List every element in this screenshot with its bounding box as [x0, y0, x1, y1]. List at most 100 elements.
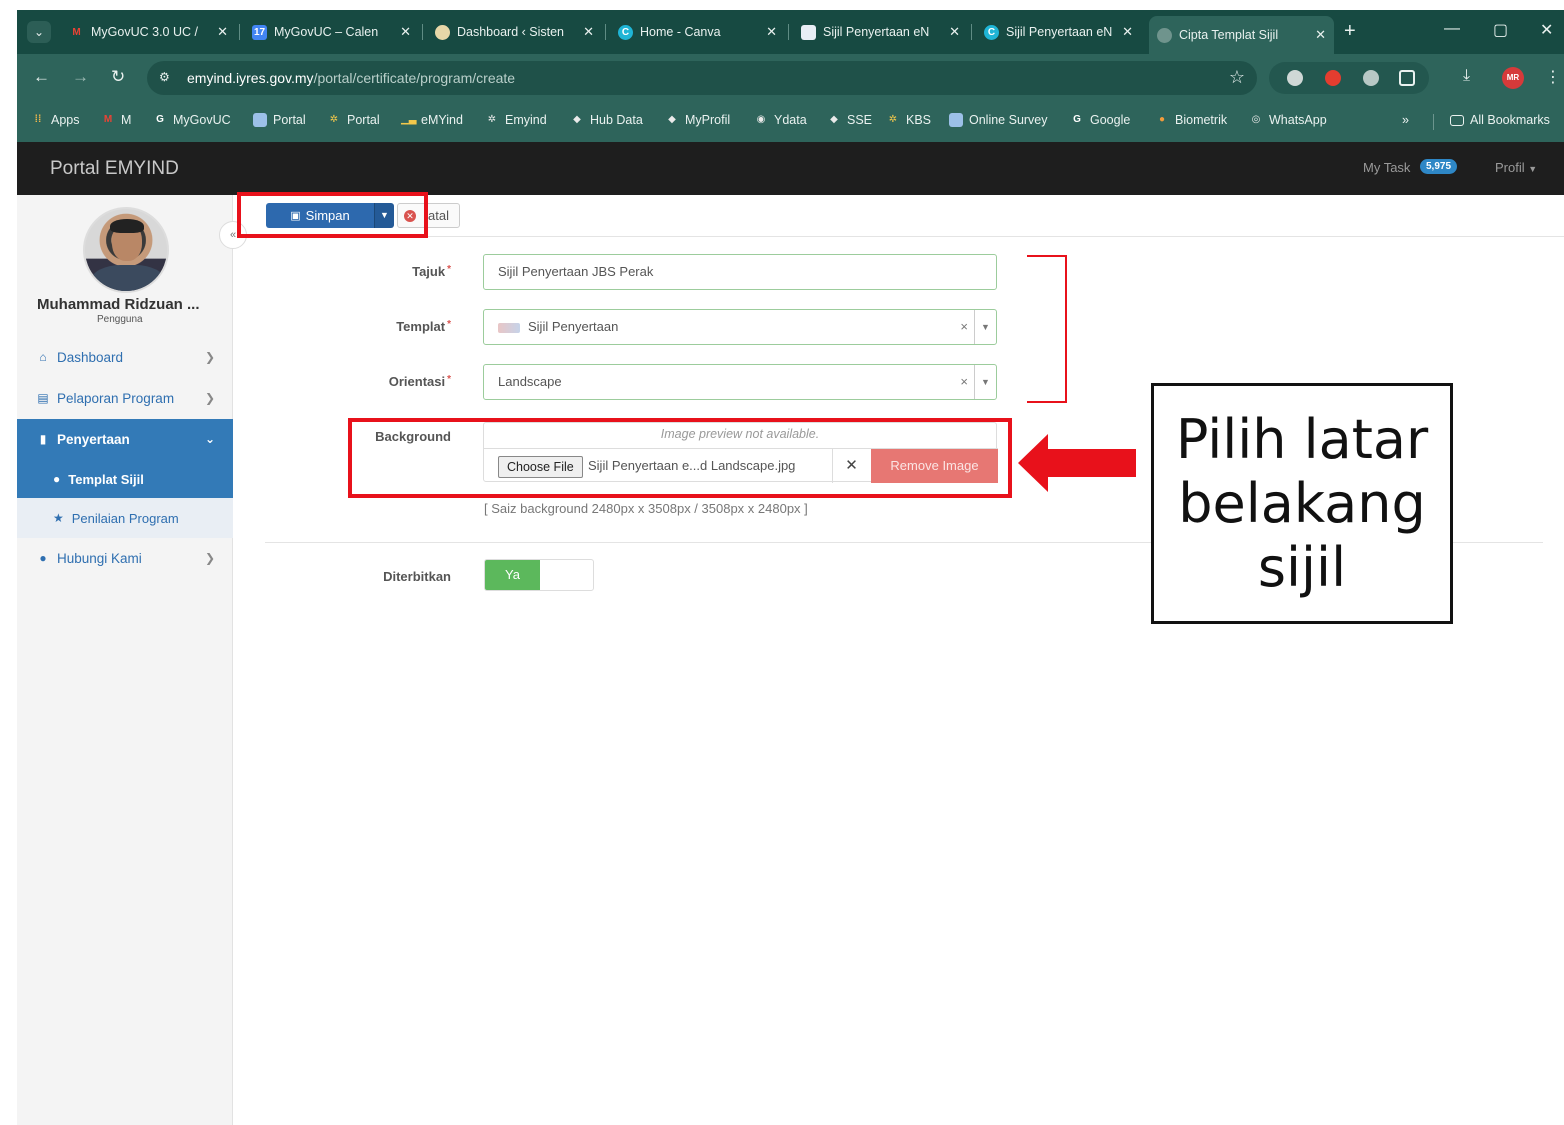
my-task-link[interactable]: My Task: [1363, 160, 1410, 175]
book-icon: ▤: [37, 391, 49, 405]
bookmark-emyind-2[interactable]: ✲ Emyind: [485, 113, 547, 127]
sidebar-subitem-penilaian-program[interactable]: ★ Penilaian Program: [17, 498, 233, 538]
templat-select[interactable]: Sijil Penyertaan × ▼: [483, 309, 997, 345]
whatsapp-icon: ◎: [1251, 114, 1261, 125]
instruction-callout: Pilih latar belakang sijil: [1151, 383, 1453, 624]
tab-separator: [788, 24, 789, 40]
bookmark-sse[interactable]: ◆ SSE: [827, 113, 872, 127]
browser-chrome: ⌄ M MyGovUC 3.0 UC / ✕ 17 MyGovUC – Cale…: [17, 10, 1564, 142]
bookmark-portal-2[interactable]: ✲ Portal: [327, 113, 380, 127]
bookmarks-separator: [1433, 114, 1434, 130]
clear-selection-icon[interactable]: ×: [960, 365, 968, 399]
portal-icon: [949, 113, 963, 127]
app-navbar: Portal EMYIND My Task 5,975 Profil ▼: [17, 142, 1564, 195]
sidebar-item-dashboard[interactable]: ⌂ Dashboard ❯: [17, 337, 233, 377]
close-icon[interactable]: ✕: [766, 24, 777, 40]
caret-down-icon[interactable]: ▼: [974, 365, 996, 399]
close-icon[interactable]: ✕: [583, 24, 594, 40]
brand-title[interactable]: Portal EMYIND: [50, 158, 179, 180]
bookmark-whatsapp[interactable]: ◎ WhatsApp: [1249, 113, 1327, 127]
globe-icon: [1157, 27, 1172, 43]
caret-down-icon: ▼: [1528, 164, 1538, 174]
maximize-icon[interactable]: ▢: [1493, 20, 1508, 40]
tab-separator: [239, 24, 240, 40]
bookmark-google[interactable]: G Google: [1070, 113, 1130, 127]
biometrik-icon: ●: [1158, 114, 1166, 125]
emblem-icon: ◆: [668, 114, 676, 125]
url-path: /portal/certificate/program/create: [313, 70, 516, 86]
emblem-icon: ◆: [830, 114, 838, 125]
minimize-icon[interactable]: —: [1444, 20, 1460, 38]
new-tab-button[interactable]: +: [1344, 20, 1356, 43]
url-field[interactable]: ⚙ emyind.iyres.gov.my/portal/certificate…: [147, 61, 1257, 95]
caret-down-icon[interactable]: ▼: [974, 310, 996, 344]
orientasi-label: Orientasi *: [388, 374, 451, 389]
tab-mygovuc-calendar[interactable]: 17 MyGovUC – Calen ✕: [244, 16, 419, 48]
callout-line-3: sijil: [1257, 536, 1347, 599]
bookmark-emyind-1[interactable]: ▁▃ eMYind: [401, 113, 463, 127]
canva-icon: C: [984, 24, 999, 40]
diterbitkan-toggle[interactable]: Ya: [484, 559, 594, 591]
bookmark-portal-1[interactable]: Portal: [253, 113, 306, 127]
back-icon[interactable]: ←: [33, 67, 50, 87]
cursor-extension-icon[interactable]: [1363, 70, 1379, 86]
bookmark-online-survey[interactable]: Online Survey: [949, 113, 1048, 127]
clear-selection-icon[interactable]: ×: [960, 310, 968, 344]
tab-sijil-2[interactable]: C Sijil Penyertaan eN ✕: [976, 16, 1141, 48]
close-icon[interactable]: ✕: [949, 24, 960, 40]
all-bookmarks-button[interactable]: All Bookmarks: [1450, 113, 1550, 127]
sidebar-item-penyertaan[interactable]: ▮ Penyertaan ⌄: [17, 419, 233, 459]
bookmark-mygovuc[interactable]: G MyGovUC: [153, 113, 231, 127]
close-icon[interactable]: ✕: [400, 24, 411, 40]
close-icon[interactable]: ✕: [1122, 24, 1133, 40]
bookmark-myprofil[interactable]: ◆ MyProfil: [665, 113, 730, 127]
profile-menu[interactable]: Profil ▼: [1495, 160, 1537, 175]
tab-mygovuc[interactable]: M MyGovUC 3.0 UC / ✕: [61, 16, 236, 48]
home-icon: ⌂: [39, 350, 47, 364]
background-size-hint: [ Saiz background 2480px x 3508px / 3508…: [484, 501, 808, 516]
sidebar-subitem-templat-sijil[interactable]: ● Templat Sijil: [17, 459, 233, 499]
tajuk-input[interactable]: Sijil Penyertaan JBS Perak: [483, 254, 997, 290]
site-info-icon[interactable]: ⚙: [159, 70, 170, 84]
google-icon: G: [156, 114, 164, 125]
close-icon[interactable]: ✕: [1315, 27, 1326, 43]
adblock-extension-icon[interactable]: [1325, 70, 1341, 86]
task-count-badge: 5,975: [1420, 159, 1458, 174]
bookmarks-overflow-button[interactable]: »: [1402, 113, 1409, 127]
chat-icon: ●: [39, 551, 47, 565]
tab-cipta-templat[interactable]: Cipta Templat Sijil ✕: [1149, 16, 1334, 54]
reload-icon[interactable]: ↻: [111, 67, 125, 87]
bookmark-apps[interactable]: ⁞⁞ Apps: [31, 113, 80, 127]
apps-grid-icon: ⁞⁞: [34, 114, 42, 125]
tab-dashboard[interactable]: Dashboard ‹ Sisten ✕: [427, 16, 602, 48]
window-close-icon[interactable]: ✕: [1540, 20, 1553, 40]
forward-icon[interactable]: →: [72, 67, 89, 87]
bookmark-ydata[interactable]: ◉ Ydata: [754, 113, 807, 127]
browser-menu-icon[interactable]: ⋮: [1545, 67, 1561, 87]
puzzle-extension-icon[interactable]: [1399, 70, 1415, 86]
tab-search-button[interactable]: ⌄: [27, 21, 51, 43]
bookmark-star-icon[interactable]: ☆: [1229, 67, 1245, 88]
gmail-icon: M: [72, 26, 81, 38]
tab-sijil-1[interactable]: Sijil Penyertaan eN ✕: [793, 16, 968, 48]
callout-line-2: belakang: [1178, 472, 1426, 535]
clipboard-icon: ▮: [39, 432, 47, 446]
calendar-icon: 17: [252, 24, 267, 40]
profile-avatar[interactable]: MR: [1502, 67, 1524, 89]
tab-canva-home[interactable]: C Home - Canva ✕: [610, 16, 785, 48]
download-icon[interactable]: ⤓: [1463, 67, 1470, 85]
doc-icon: [801, 24, 816, 40]
camera-extension-icon[interactable]: [1287, 70, 1303, 86]
star-icon: ★: [53, 511, 64, 525]
bookmark-kbs[interactable]: ✲ KBS: [886, 113, 931, 127]
bookmark-hub-data[interactable]: ◆ Hub Data: [570, 113, 643, 127]
tab-separator: [422, 24, 423, 40]
sidebar-item-pelaporan-program[interactable]: ▤ Pelaporan Program ❯: [17, 378, 233, 418]
sidebar-item-hubungi-kami[interactable]: ● Hubungi Kami ❯: [17, 538, 233, 578]
emblem-icon: [435, 24, 450, 40]
bookmark-biometrik[interactable]: ● Biometrik: [1155, 113, 1227, 127]
close-icon[interactable]: ✕: [217, 24, 228, 40]
orientasi-select[interactable]: Landscape × ▼: [483, 364, 997, 400]
pointer-arrow: [1018, 434, 1136, 492]
bookmark-m[interactable]: MM: [101, 113, 132, 127]
